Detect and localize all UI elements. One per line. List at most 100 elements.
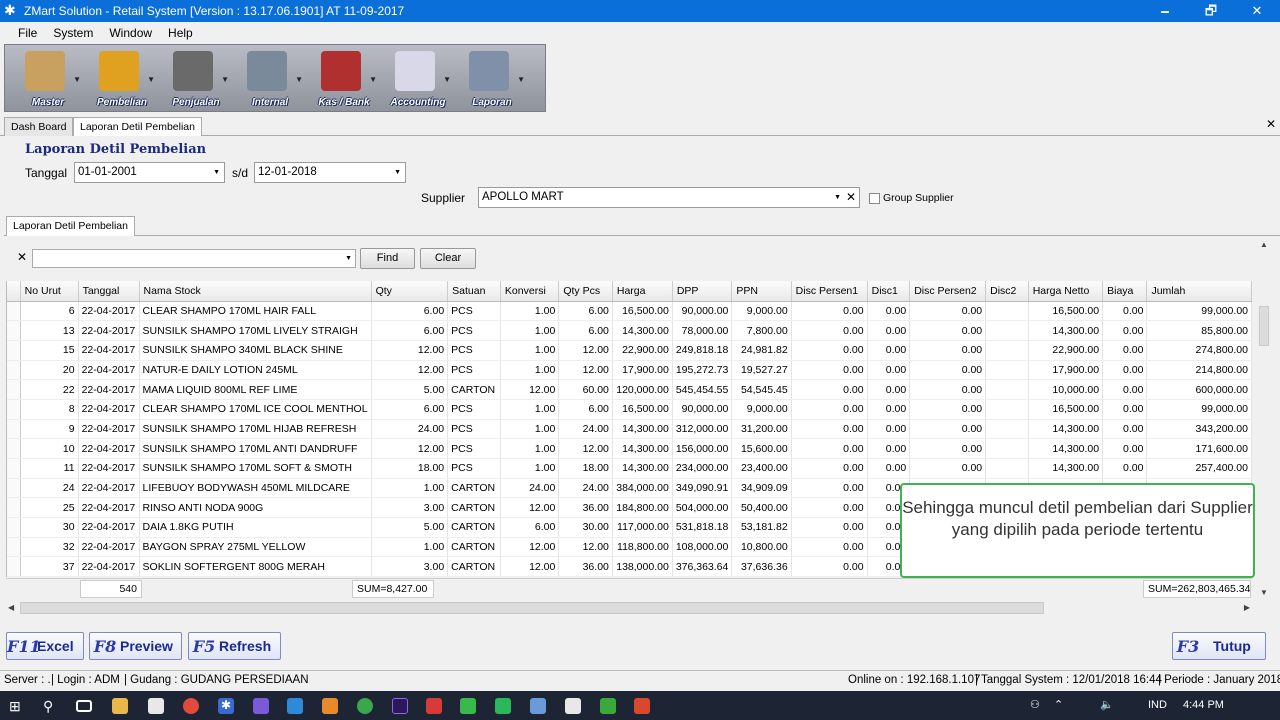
row-indicator[interactable] xyxy=(7,556,21,577)
scroll-left-icon[interactable]: ◀ xyxy=(8,603,14,612)
horizontal-scroll-thumb[interactable] xyxy=(20,602,1044,614)
chevron-down-icon[interactable]: ▼ xyxy=(73,75,81,84)
scroll-down-icon[interactable]: ▼ xyxy=(1260,588,1268,597)
scroll-up-icon[interactable]: ▲ xyxy=(1260,240,1268,249)
search-icon[interactable]: ⚲ xyxy=(43,698,59,714)
menu-file[interactable]: File xyxy=(10,22,45,44)
app-icon-s[interactable] xyxy=(287,698,303,714)
supplier-select[interactable]: APOLLO MART ▼ ✕ xyxy=(478,187,860,208)
clear-button[interactable]: Clear xyxy=(420,248,476,269)
refresh-button[interactable]: F5 Refresh xyxy=(188,632,281,660)
column-header[interactable]: PPN xyxy=(731,281,792,302)
vertical-scrollbar[interactable]: ▲ ▼ xyxy=(1256,236,1272,600)
row-indicator[interactable] xyxy=(7,340,21,361)
app-icon-c-green[interactable] xyxy=(600,698,616,714)
column-header[interactable]: Biaya xyxy=(1102,281,1148,302)
file-explorer-icon[interactable] xyxy=(112,698,128,714)
tutup-button[interactable]: F3 Tutup xyxy=(1172,632,1266,660)
chrome-icon[interactable] xyxy=(183,698,199,714)
spreadsheet-icon[interactable] xyxy=(495,698,511,714)
column-header[interactable]: Qty xyxy=(371,281,449,302)
find-button[interactable]: Find xyxy=(360,248,415,269)
menu-help[interactable]: Help xyxy=(160,22,201,44)
vertical-scroll-thumb[interactable] xyxy=(1259,306,1269,346)
column-header[interactable]: Harga xyxy=(612,281,673,302)
row-indicator[interactable] xyxy=(7,379,21,400)
menu-window[interactable]: Window xyxy=(101,22,160,44)
toolbar-master-button[interactable]: Master ▼ xyxy=(11,45,85,111)
column-header[interactable]: Disc2 xyxy=(985,281,1029,302)
row-indicator[interactable] xyxy=(7,320,21,341)
table-row[interactable]: 22 22-04-2017 MAMA LIQUID 800ML REF LIME 5.… xyxy=(7,379,1252,400)
toolbar-penjualan-button[interactable]: Penjualan ▼ xyxy=(159,45,233,111)
app-icon-orange[interactable] xyxy=(322,698,338,714)
row-indicator[interactable] xyxy=(7,438,21,459)
toolbar-internal-button[interactable]: Internal ▼ xyxy=(233,45,307,111)
scroll-right-icon[interactable]: ▶ xyxy=(1244,603,1250,612)
clock[interactable]: 4:44 PM xyxy=(1183,691,1224,720)
table-row[interactable]: 6 22-04-2017 CLEAR SHAMPO 170ML HAIR FALL 6… xyxy=(7,301,1252,322)
chevron-down-icon[interactable]: ▼ xyxy=(147,75,155,84)
clear-supplier-icon[interactable]: ✕ xyxy=(846,188,856,207)
column-header[interactable]: DPP xyxy=(672,281,733,302)
app-icon-c-red[interactable] xyxy=(634,698,650,714)
row-indicator[interactable] xyxy=(7,301,21,322)
calculator-icon[interactable] xyxy=(565,698,581,714)
toolbar-pembelian-button[interactable]: Pembelian ▼ xyxy=(85,45,159,111)
filter-input[interactable]: ▼ xyxy=(32,249,356,268)
chevron-down-icon[interactable]: ▼ xyxy=(369,75,377,84)
tab-laporan-detil-pembelian-sub[interactable]: Laporan Detil Pembelian xyxy=(6,216,135,236)
column-header[interactable]: Jumlah xyxy=(1146,281,1252,302)
column-header[interactable]: Harga Netto xyxy=(1028,281,1104,302)
maximize-button[interactable]: 🗗 xyxy=(1188,0,1234,22)
task-view-icon[interactable] xyxy=(76,700,92,712)
app-icon-red[interactable] xyxy=(426,698,442,714)
chrome-alt-icon[interactable] xyxy=(357,698,373,714)
row-indicator[interactable] xyxy=(7,458,21,479)
close-button[interactable]: ✕ xyxy=(1234,0,1280,22)
volume-icon[interactable]: 🔈 xyxy=(1100,691,1114,720)
horizontal-scrollbar[interactable]: ◀ ▶ xyxy=(6,600,1256,616)
row-indicator[interactable] xyxy=(7,360,21,381)
column-header[interactable]: Disc1 xyxy=(867,281,911,302)
filter-close-icon[interactable]: ✕ xyxy=(17,250,27,264)
table-row[interactable]: 10 22-04-2017 SUNSILK SHAMPO 170ML ANTI DA… xyxy=(7,438,1252,459)
language-indicator[interactable]: IND xyxy=(1148,691,1167,720)
column-header[interactable]: Konversi xyxy=(500,281,560,302)
close-tab-icon[interactable]: ✕ xyxy=(1266,117,1276,131)
menu-system[interactable]: System xyxy=(45,22,101,44)
column-header[interactable]: Qty Pcs xyxy=(558,281,613,302)
chevron-up-icon[interactable]: ⌃ xyxy=(1054,691,1063,720)
app-icon-pen[interactable] xyxy=(253,698,269,714)
table-row[interactable]: 20 22-04-2017 NATUR-E DAILY LOTION 245ML 12… xyxy=(7,360,1252,381)
people-icon[interactable]: ⚇ xyxy=(1030,691,1040,720)
column-header[interactable]: No Urut xyxy=(20,281,79,302)
chevron-down-icon[interactable]: ▼ xyxy=(517,75,525,84)
excel-button[interactable]: F11 Excel xyxy=(6,632,84,660)
minimize-button[interactable]: 🗕 xyxy=(1142,0,1188,22)
column-header[interactable]: Disc Persen2 xyxy=(909,281,987,302)
zmart-app-icon[interactable]: ✱ xyxy=(218,698,234,714)
chevron-down-icon[interactable]: ▼ xyxy=(443,75,451,84)
tab-dashboard[interactable]: Dash Board xyxy=(4,117,74,136)
row-indicator[interactable] xyxy=(7,478,21,499)
windows-start-icon[interactable]: ⊞ xyxy=(9,698,25,714)
table-row[interactable]: 15 22-04-2017 SUNSILK SHAMPO 340ML BLACK S… xyxy=(7,340,1252,361)
table-row[interactable]: 9 22-04-2017 SUNSILK SHAMPO 170ML HIJAB RE… xyxy=(7,419,1252,440)
table-row[interactable]: 8 22-04-2017 CLEAR SHAMPO 170ML ICE COOL M… xyxy=(7,399,1252,420)
preview-button[interactable]: F8 Preview xyxy=(89,632,182,660)
column-header[interactable]: Tanggal xyxy=(78,281,140,302)
date-from-picker[interactable]: 01-01-2001 ▼ xyxy=(74,162,225,183)
column-header[interactable]: Disc Persen1 xyxy=(791,281,868,302)
mail-icon[interactable] xyxy=(148,698,164,714)
table-row[interactable]: 13 22-04-2017 SUNSILK SHAMPO 170ML LIVELY … xyxy=(7,320,1252,341)
chevron-down-icon[interactable]: ▼ xyxy=(295,75,303,84)
column-header[interactable]: Nama Stock xyxy=(139,281,372,302)
app-icon-blue[interactable] xyxy=(530,698,546,714)
chevron-down-icon[interactable]: ▼ xyxy=(221,75,229,84)
app-icon-green[interactable] xyxy=(460,698,476,714)
toolbar-laporan-button[interactable]: Laporan ▼ xyxy=(455,45,529,111)
row-indicator[interactable] xyxy=(7,537,21,558)
row-indicator[interactable] xyxy=(7,497,21,519)
date-to-picker[interactable]: 12-01-2018 ▼ xyxy=(254,162,406,183)
